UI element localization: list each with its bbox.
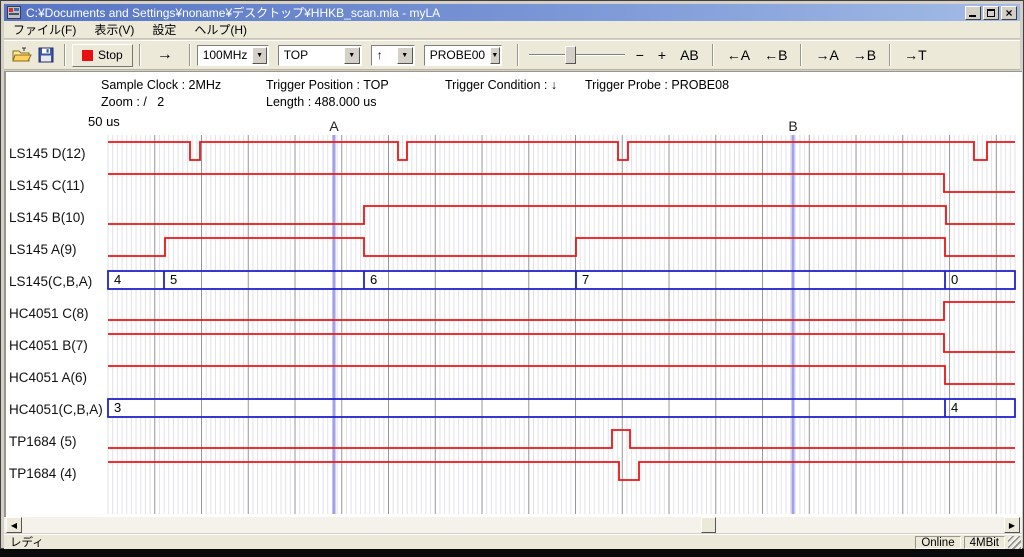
bus-value: 6 bbox=[370, 272, 377, 287]
scroll-left-arrow-icon[interactable]: ◀ bbox=[6, 517, 22, 533]
horizontal-scrollbar[interactable]: ◀ ▶ bbox=[4, 517, 1022, 533]
bus-value: 3 bbox=[114, 400, 121, 415]
channel-label: LS145 D(12) bbox=[9, 146, 86, 161]
cursor-b-label: B bbox=[788, 118, 797, 134]
status-bar: レディ Online 4MBit bbox=[4, 534, 1022, 549]
channel-label: LS145 C(11) bbox=[9, 178, 85, 193]
bus-value: 4 bbox=[114, 272, 121, 287]
bus-value: 7 bbox=[582, 272, 589, 287]
cursor-a-label: A bbox=[329, 118, 339, 134]
resize-grip[interactable] bbox=[1008, 536, 1021, 549]
bus-value: 5 bbox=[170, 272, 177, 287]
channel-label: LS145(C,B,A) bbox=[9, 274, 92, 289]
channel-label: TP1684 (5) bbox=[9, 434, 77, 449]
channel-label: HC4051 A(6) bbox=[9, 370, 87, 385]
channel-label: HC4051 B(7) bbox=[9, 338, 88, 353]
bus-background bbox=[108, 271, 1015, 289]
channel-label: HC4051(C,B,A) bbox=[9, 402, 103, 417]
scrollbar-thumb[interactable] bbox=[701, 517, 716, 533]
channel-label: HC4051 C(8) bbox=[9, 306, 89, 321]
app-window: C:¥Documents and Settings¥noname¥デスクトップ¥… bbox=[0, 0, 1024, 549]
bus-background bbox=[108, 399, 1015, 417]
status-memory-badge: 4MBit bbox=[964, 536, 1005, 549]
status-message: レディ bbox=[4, 534, 915, 550]
channel-label: LS145 B(10) bbox=[9, 210, 85, 225]
bus-value: 0 bbox=[951, 272, 958, 287]
channel-label: TP1684 (4) bbox=[9, 466, 77, 481]
channel-label: LS145 A(9) bbox=[9, 242, 77, 257]
bus-value: 4 bbox=[951, 400, 958, 415]
waveform-display[interactable]: A B LS145 D(12) LS145 C(11) LS145 B(10) LS145… bbox=[1, 1, 1024, 557]
status-online-badge: Online bbox=[915, 536, 960, 549]
scroll-right-arrow-icon[interactable]: ▶ bbox=[1004, 517, 1020, 533]
